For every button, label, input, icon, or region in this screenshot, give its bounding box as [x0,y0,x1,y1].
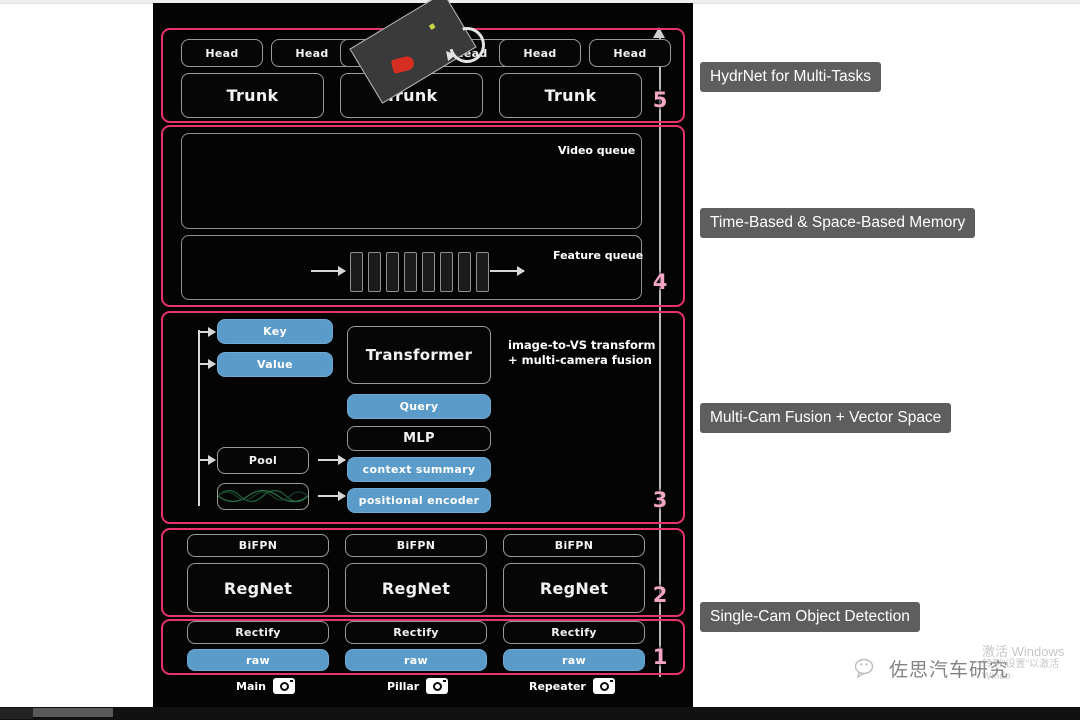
pool-block[interactable]: Pool [217,447,309,474]
slide-canvas: 5 4 3 2 1 Head Head Head Head Head Head … [153,0,693,707]
raw-block-2[interactable]: raw [345,649,487,671]
feature-queue-in-arrow [311,266,346,276]
sine-wave-icon [218,489,308,503]
callout-detection: Single-Cam Object Detection [700,602,920,632]
camera-input-repeater[interactable]: Repeater [529,678,615,694]
rectify-block-3[interactable]: Rectify [503,621,645,644]
feature-tick [458,252,471,292]
camera-input-pillar[interactable]: Pillar [387,678,449,694]
value-block[interactable]: Value [217,352,333,377]
pool-feed-arrow [198,455,216,465]
transformer-block[interactable]: Transformer [347,326,491,384]
pool-to-context-arrow [318,455,346,465]
key-feed-arrow [198,327,216,337]
feature-tick [368,252,381,292]
os-bar-left-segment [0,708,33,719]
callout-fusion: Multi-Cam Fusion + Vector Space [700,403,952,433]
fusion-note-line-1: image-to-VS transform [508,338,656,352]
camera-label-repeater: Repeater [529,679,586,693]
fusion-note-line-2: + multi-camera fusion [508,353,652,367]
bifpn-block-3[interactable]: BiFPN [503,534,645,557]
positional-wave-block[interactable] [217,483,309,510]
wave-to-encoder-arrow [318,491,346,501]
camera-input-main[interactable]: Main [236,678,295,694]
fusion-note: image-to-VS transform + multi-camera fus… [508,338,656,368]
feature-queue-out-arrow [490,266,525,276]
trunk-block-3[interactable]: Trunk [499,73,642,118]
car-shape-icon [390,54,416,75]
regnet-block-2[interactable]: RegNet [345,563,487,613]
feature-queue-label: Feature queue [553,249,644,262]
positional-encoder-block[interactable]: positional encoder [347,488,491,513]
query-block[interactable]: Query [347,394,491,419]
rectify-block-2[interactable]: Rectify [345,621,487,644]
key-block[interactable]: Key [217,319,333,344]
rectify-block-1[interactable]: Rectify [187,621,329,644]
feature-tick [422,252,435,292]
raw-block-3[interactable]: raw [503,649,645,671]
head-block-5[interactable]: Head [499,39,581,67]
camera-icon-main [272,678,295,694]
publisher-credit: 佐思汽车研究 [854,655,1010,682]
callout-memory: Time-Based & Space-Based Memory [700,208,976,238]
raw-block-1[interactable]: raw [187,649,329,671]
bifpn-block-1[interactable]: BiFPN [187,534,329,557]
trunk-block-1[interactable]: Trunk [181,73,324,118]
callout-hydrnet: HydrNet for Multi-Tasks [700,62,882,92]
feature-tick [386,252,399,292]
horizontal-scrollbar-thumb[interactable] [33,708,113,717]
head-block-6[interactable]: Head [589,39,671,67]
regnet-block-3[interactable]: RegNet [503,563,645,613]
publisher-name: 佐思汽车研究 [889,659,1010,681]
feature-tick [404,252,417,292]
marker-dot-icon [428,23,436,30]
value-feed-arrow [198,359,216,369]
fanout-bus-line [198,330,200,506]
bifpn-block-2[interactable]: BiFPN [345,534,487,557]
mlp-block[interactable]: MLP [347,426,491,451]
head-block-1[interactable]: Head [181,39,263,67]
os-bottom-bar [0,707,1080,720]
feature-tick [440,252,453,292]
regnet-block-1[interactable]: RegNet [187,563,329,613]
camera-icon-repeater [592,678,615,694]
video-queue-label: Video queue [558,144,636,157]
feature-tick [350,252,363,292]
camera-label-main: Main [236,679,266,693]
context-summary-block[interactable]: context summary [347,457,491,482]
camera-label-pillar: Pillar [387,679,420,693]
camera-icon-pillar [426,678,449,694]
wechat-logo-icon [854,658,881,680]
feature-tick [476,252,489,292]
